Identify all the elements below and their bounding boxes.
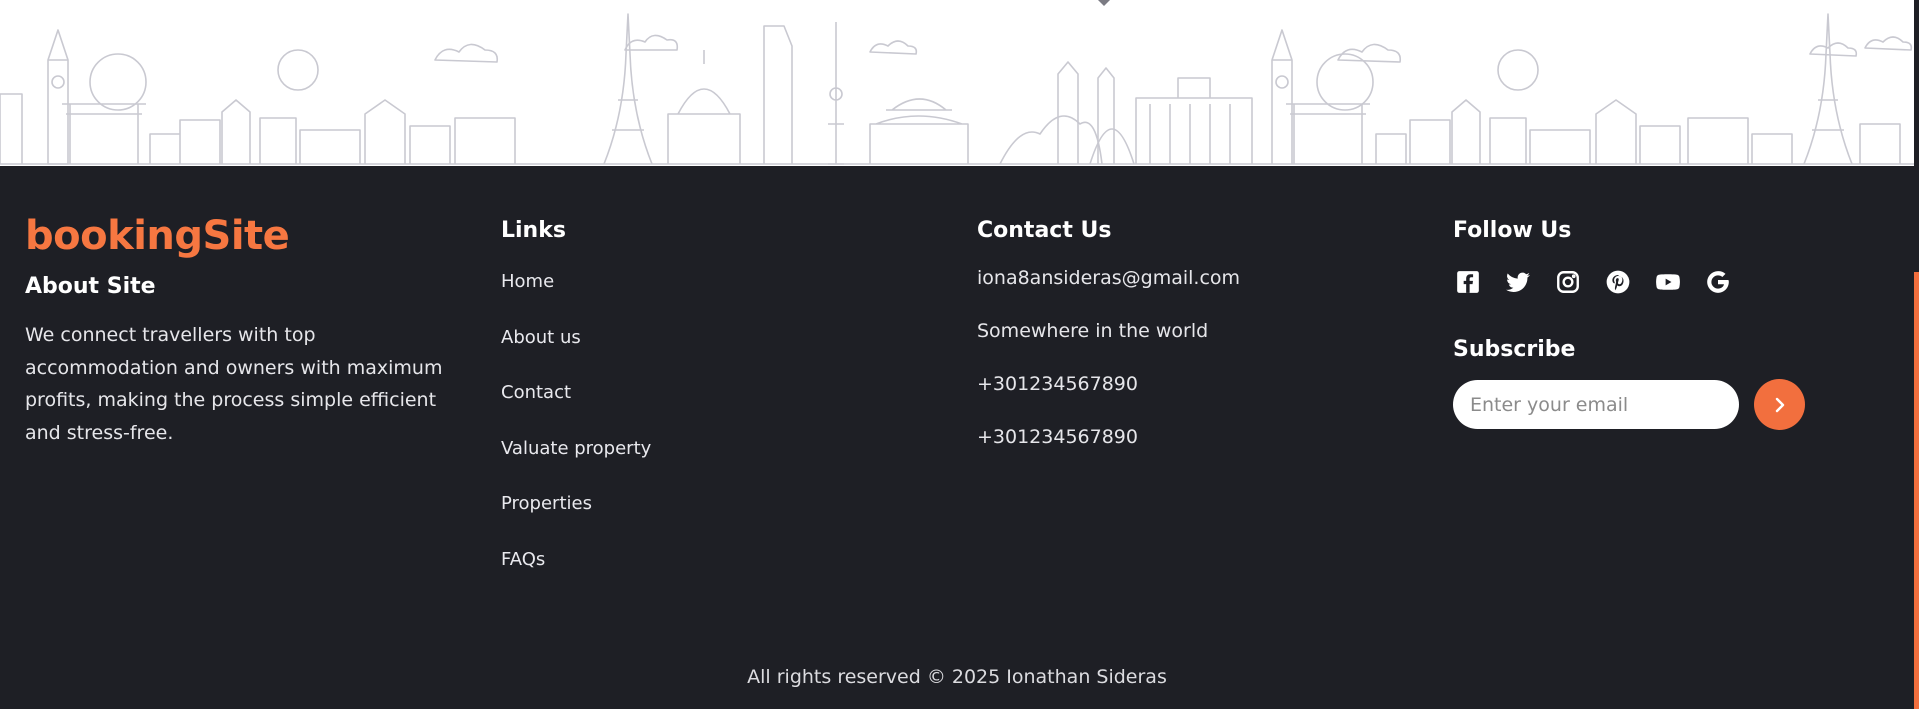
about-column: bookingSite About Site We connect travel… <box>25 216 455 449</box>
link-properties[interactable]: Properties <box>501 493 651 549</box>
follow-column: Follow Us Subscribe <box>1453 218 1813 431</box>
links-column: Links Home About us Contact Valuate prop… <box>501 218 651 604</box>
subscribe-heading: Subscribe <box>1453 337 1576 362</box>
copyright-text: All rights reserved © 2025 Ionathan Side… <box>747 666 1167 688</box>
link-about-us[interactable]: About us <box>501 327 651 383</box>
contact-email[interactable]: iona8ansideras@gmail.com <box>977 267 1240 320</box>
about-text: We connect travellers with top accommoda… <box>25 324 443 444</box>
links-list: Home About us Contact Valuate property P… <box>501 271 651 604</box>
scroll-indicator-icon <box>1098 0 1110 6</box>
youtube-icon[interactable] <box>1653 267 1683 297</box>
pinterest-icon[interactable] <box>1603 267 1633 297</box>
social-icons <box>1453 267 1813 297</box>
chevron-right-icon <box>1775 397 1784 412</box>
follow-heading: Follow Us <box>1453 218 1572 243</box>
twitter-icon[interactable] <box>1503 267 1533 297</box>
contact-column: Contact Us iona8ansideras@gmail.com Some… <box>977 218 1240 479</box>
skyline-illustration <box>0 0 1914 166</box>
about-heading: About Site <box>25 274 156 299</box>
contact-phone-2[interactable]: +301234567890 <box>977 426 1240 479</box>
link-home[interactable]: Home <box>501 271 651 327</box>
subscribe-form <box>1453 379 1813 431</box>
link-valuate-property[interactable]: Valuate property <box>501 438 651 494</box>
links-heading: Links <box>501 218 566 243</box>
subscribe-button[interactable] <box>1754 379 1805 430</box>
contact-phone-1[interactable]: +301234567890 <box>977 373 1240 426</box>
contact-heading: Contact Us <box>977 218 1112 243</box>
link-contact[interactable]: Contact <box>501 382 651 438</box>
scrollbar-thumb[interactable] <box>1914 272 1919 709</box>
contact-address: Somewhere in the world <box>977 320 1209 342</box>
google-icon[interactable] <box>1703 267 1733 297</box>
facebook-icon[interactable] <box>1453 267 1483 297</box>
brand-logo[interactable]: bookingSite <box>25 216 455 256</box>
link-faqs[interactable]: FAQs <box>501 549 651 605</box>
site-footer: bookingSite About Site We connect travel… <box>0 166 1914 709</box>
subscribe-email-input[interactable] <box>1453 380 1739 429</box>
instagram-icon[interactable] <box>1553 267 1583 297</box>
